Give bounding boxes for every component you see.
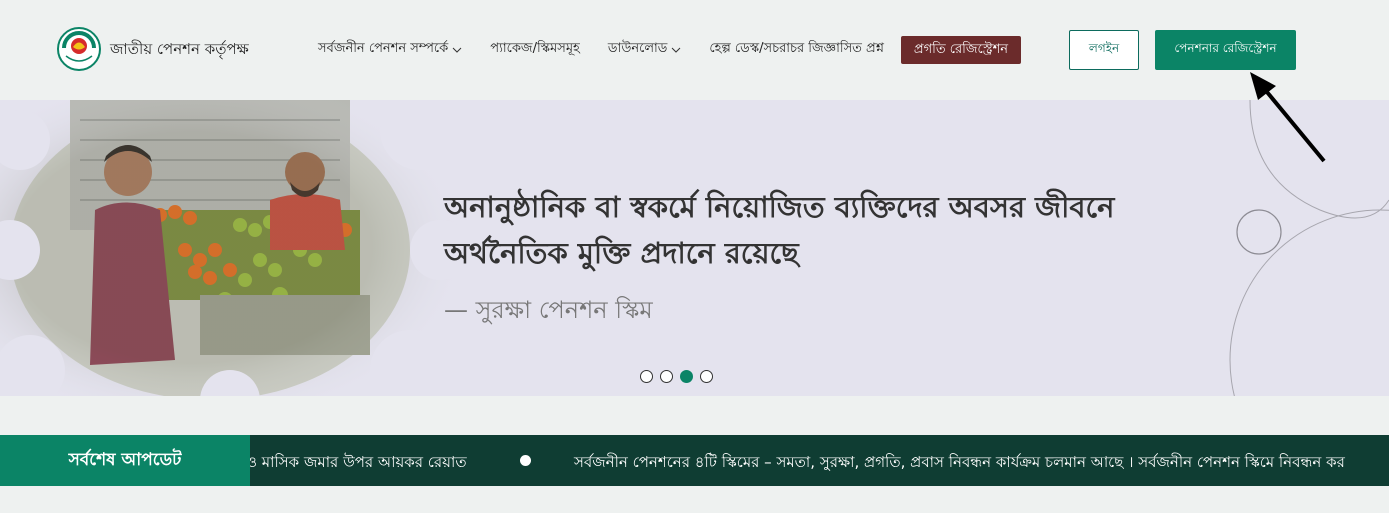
hero-subtitle: — সুরক্ষা পেনশন স্কিম <box>444 296 653 324</box>
logo-icon[interactable] <box>56 26 102 72</box>
carousel-dot-2[interactable] <box>660 370 673 383</box>
login-button[interactable]: লগইন <box>1069 30 1139 70</box>
latest-update-ticker: সর্বশেষ আপডেট ও মাসিক জমার উপর আয়কর রেয… <box>0 435 1389 486</box>
main-nav: সর্বজনীন পেনশন সম্পর্কে প্যাকেজ/স্কিমসমূ… <box>318 39 912 60</box>
hero-image <box>0 100 460 396</box>
carousel-indicators <box>640 370 713 383</box>
hero-title-line-1: অনানুষ্ঠানিক বা স্বকর্মে নিয়োজিত ব্যক্ত… <box>444 190 1115 224</box>
nav-item-label: প্যাকেজ/স্কিমসমূহ <box>490 41 580 56</box>
nav-item-label: ডাউনলোড <box>607 41 668 56</box>
pensioner-registration-button[interactable]: পেনশনার রেজিস্ট্রেশন <box>1155 30 1296 70</box>
chevron-down-icon <box>452 47 462 53</box>
nav-item-label: হেল্প ডেস্ক/সচরাচর জিজ্ঞাসিত প্রশ্ন <box>709 41 884 56</box>
progoti-registration-button[interactable]: প্রগতি রেজিস্ট্রেশন <box>901 36 1021 64</box>
site-header: জাতীয় পেনশন কর্তৃপক্ষ সর্বজনীন পেনশন সম… <box>0 0 1389 100</box>
carousel-dot-3[interactable] <box>680 370 693 383</box>
nav-item-helpdesk[interactable]: হেল্প ডেস্ক/সচরাচর জিজ্ঞাসিত প্রশ্ন <box>709 39 884 60</box>
nav-item-packages[interactable]: প্যাকেজ/স্কিমসমূহ <box>490 39 580 60</box>
ticker-bullet-icon <box>520 455 531 466</box>
brand-name[interactable]: জাতীয় পেনশন কর্তৃপক্ষ <box>110 38 249 63</box>
ticker-label: সর্বশেষ আপডেট <box>0 435 250 486</box>
annotation-arrow-icon <box>1250 72 1326 163</box>
nav-item-download[interactable]: ডাউনলোড <box>608 39 681 60</box>
hero-title: অনানুষ্ঠানিক বা স্বকর্মে নিয়োজিত ব্যক্ত… <box>444 184 1114 276</box>
carousel-dot-4[interactable] <box>700 370 713 383</box>
nav-item-about[interactable]: সর্বজনীন পেনশন সম্পর্কে <box>318 39 462 60</box>
carousel-dot-1[interactable] <box>640 370 653 383</box>
chevron-down-icon <box>672 47 681 53</box>
ticker-item[interactable]: সর্বজনীন পেনশনের ৪টি স্কিমের – সমতা, সুর… <box>574 451 1345 476</box>
hero-carousel: অনানুষ্ঠানিক বা স্বকর্মে নিয়োজিত ব্যক্ত… <box>0 100 1389 396</box>
hero-title-line-2: অর্থনৈতিক মুক্তি প্রদানে রয়েছে <box>444 236 799 270</box>
ticker-track: ও মাসিক জমার উপর আয়কর রেয়াত সর্বজনীন প… <box>250 435 1389 486</box>
ticker-item[interactable]: ও মাসিক জমার উপর আয়কর রেয়াত <box>250 451 467 476</box>
nav-item-label: সর্বজনীন পেনশন সম্পর্কে <box>318 41 449 56</box>
